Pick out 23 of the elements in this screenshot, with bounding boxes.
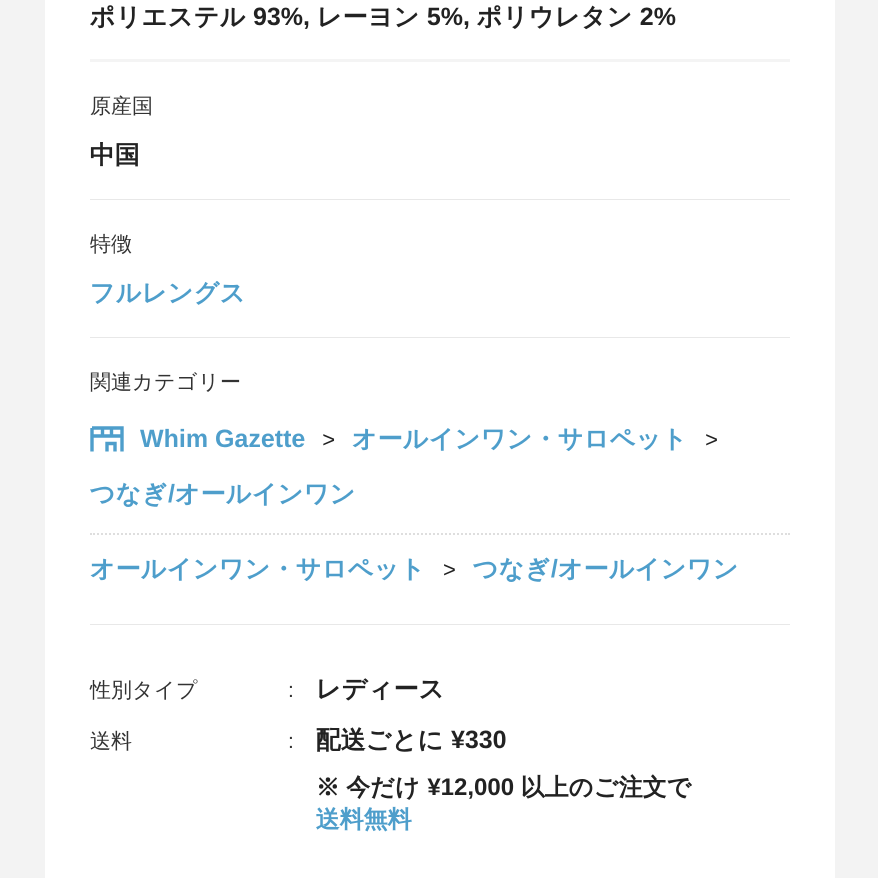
spec-colon: : [288, 678, 294, 704]
store-link[interactable]: Whim Gazette [90, 412, 306, 467]
spec-label: 送料 [90, 729, 132, 755]
store-icon [90, 426, 124, 453]
spec-label: 性別タイプ [90, 678, 198, 704]
category-link[interactable]: つなぎ/オールインワン [90, 467, 356, 522]
spec-value: 配送ごとに ¥330 [316, 725, 507, 756]
spec-value: レディース [316, 674, 445, 705]
free-shipping-link[interactable]: 送料無料 [316, 806, 412, 833]
shipping-note: ※ 今だけ ¥12,000 以上のご注文で 送料無料 [316, 773, 693, 835]
section-label: 特徴 [90, 232, 132, 258]
breadcrumb-separator: > [443, 556, 456, 584]
section-label: 関連カテゴリー [90, 370, 241, 396]
spec-colon: : [288, 729, 294, 755]
category-link[interactable]: オールインワン・サロペット [352, 412, 688, 467]
section-value: ポリエステル 93%, レーヨン 5%, ポリウレタン 2% [90, 2, 676, 33]
section-value: 中国 [90, 140, 140, 171]
breadcrumb-separator: > [322, 426, 336, 454]
category-link[interactable]: つなぎ/オールインワン [472, 542, 739, 597]
category-link[interactable]: オールインワン・サロペット [90, 542, 426, 597]
section-label: 原産国 [90, 94, 153, 120]
feature-link[interactable]: フルレングス [90, 276, 246, 310]
breadcrumb-separator: > [705, 426, 718, 454]
